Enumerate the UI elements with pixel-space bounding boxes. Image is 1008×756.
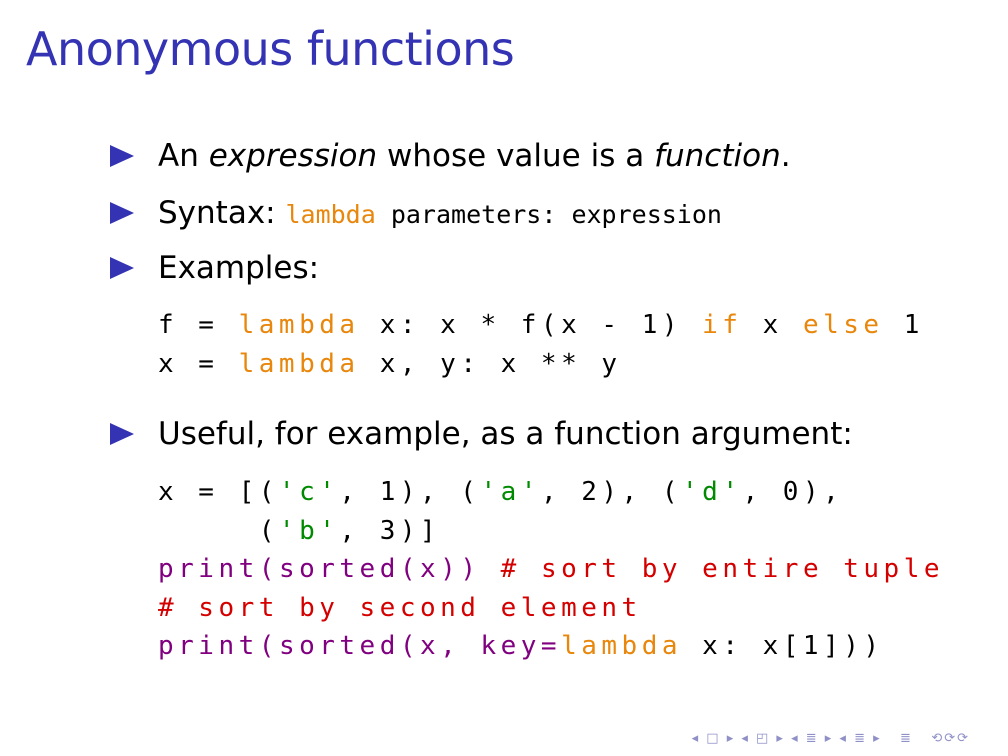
slide-title: Anonymous functions	[26, 22, 515, 76]
bullet-triangle-icon	[110, 423, 134, 445]
bullet-expression: An expression whose value is a function.	[110, 138, 791, 174]
code-block-examples: f = lambda x: x * f(x - 1) if x else 1 x…	[158, 306, 924, 383]
bullet-text: Syntax: lambda parameters: expression	[158, 195, 722, 231]
bullet-examples: Examples:	[110, 250, 319, 286]
bullet-syntax: Syntax: lambda parameters: expression	[110, 195, 722, 231]
code-line: x = [('c', 1), ('a', 2), ('d', 0),	[158, 477, 844, 507]
bullet-text: Useful, for example, as a function argum…	[158, 416, 853, 452]
code-line: print(sorted(x)) # sort by entire tuple	[158, 554, 945, 584]
code-line: ('b', 3)]	[158, 515, 441, 546]
code-block-sorted: x = [('c', 1), ('a', 2), ('d', 0), ('b',…	[158, 473, 944, 666]
code-line: # sort by second element	[158, 592, 642, 623]
code-line: print(sorted(x, key=lambda x: x[1]))	[158, 631, 884, 661]
bullet-triangle-icon	[110, 202, 134, 224]
code-line: x = lambda x, y: x ** y	[158, 348, 622, 379]
bullet-text: An expression whose value is a function.	[158, 138, 791, 174]
code-line: f = lambda x: x * f(x - 1) if x else 1	[158, 310, 924, 340]
bullet-useful: Useful, for example, as a function argum…	[110, 416, 853, 452]
bullet-triangle-icon	[110, 145, 134, 167]
beamer-navigation-icons[interactable]: ◂ □ ▸ ◂ ◰ ▸ ◂ ≣ ▸ ◂ ≣ ▸ ≣ ⟲⟳⟳	[692, 731, 970, 746]
bullet-triangle-icon	[110, 257, 134, 279]
bullet-text: Examples:	[158, 250, 320, 286]
